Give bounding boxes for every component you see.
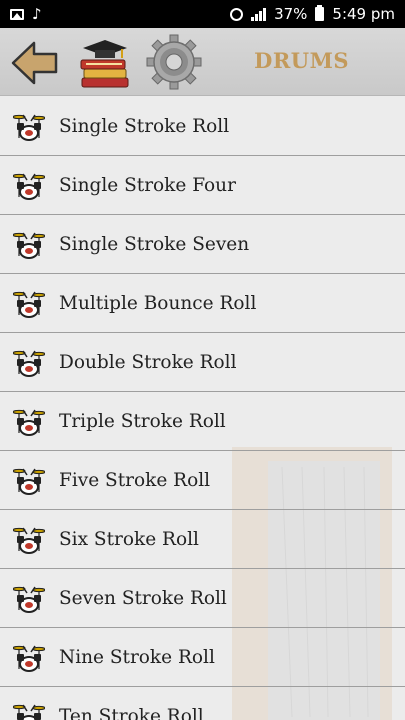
- list-item[interactable]: Nine Stroke Roll: [0, 628, 405, 687]
- drum-kit-icon: [12, 111, 46, 141]
- rudiment-list: Single Stroke Roll Single Stroke Four Sing…: [0, 97, 405, 720]
- battery-icon: [315, 5, 325, 21]
- list-item-label: Multiple Bounce Roll: [59, 292, 257, 314]
- drum-kit-icon: [12, 524, 46, 554]
- drum-kit-icon: [12, 406, 46, 436]
- list-item-label: Seven Stroke Roll: [59, 587, 227, 609]
- books-graduation-icon: [80, 40, 129, 88]
- list-item-label: Single Stroke Roll: [59, 115, 230, 137]
- drum-kit-icon: [12, 229, 46, 259]
- list-item-label: Ten Stroke Roll: [59, 705, 204, 720]
- list-items: Single Stroke Roll Single Stroke Four Sing…: [0, 97, 405, 720]
- list-item-label: Nine Stroke Roll: [59, 646, 215, 668]
- list-item-label: Six Stroke Roll: [59, 528, 199, 550]
- drum-kit-icon: [12, 642, 46, 672]
- list-item[interactable]: Six Stroke Roll: [0, 510, 405, 569]
- drum-kit-icon: [12, 347, 46, 377]
- list-item[interactable]: Single Stroke Seven: [0, 215, 405, 274]
- list-item[interactable]: Seven Stroke Roll: [0, 569, 405, 628]
- list-item[interactable]: Triple Stroke Roll: [0, 392, 405, 451]
- status-bar: ♪ 37% 5:49 pm: [0, 0, 405, 28]
- list-item-label: Single Stroke Seven: [59, 233, 250, 255]
- list-item[interactable]: Five Stroke Roll: [0, 451, 405, 510]
- list-item[interactable]: Single Stroke Four: [0, 156, 405, 215]
- image-notification-icon: [10, 8, 24, 20]
- app-header: DRUMS: [0, 28, 405, 96]
- drum-kit-icon: [12, 701, 46, 720]
- list-item[interactable]: Multiple Bounce Roll: [0, 274, 405, 333]
- alarm-icon: [230, 7, 244, 21]
- drum-kit-icon: [12, 288, 46, 318]
- drum-kit-icon: [12, 465, 46, 495]
- gear-icon: [146, 34, 202, 90]
- list-item[interactable]: Single Stroke Roll: [0, 97, 405, 156]
- list-item-label: Double Stroke Roll: [59, 351, 237, 373]
- settings-button[interactable]: [146, 34, 202, 90]
- list-item[interactable]: Double Stroke Roll: [0, 333, 405, 392]
- lessons-button[interactable]: [78, 36, 132, 90]
- status-right: 37% 5:49 pm: [230, 5, 395, 23]
- status-left: ♪: [10, 4, 42, 23]
- drum-kit-icon: [12, 170, 46, 200]
- clock: 5:49 pm: [332, 5, 395, 23]
- page-title: DRUMS: [254, 48, 349, 73]
- list-item-label: Single Stroke Four: [59, 174, 236, 196]
- drum-kit-icon: [12, 583, 46, 613]
- battery-percent: 37%: [274, 5, 308, 23]
- list-item-label: Triple Stroke Roll: [59, 410, 226, 432]
- list-item-label: Five Stroke Roll: [59, 469, 211, 491]
- back-arrow-icon: [11, 41, 58, 85]
- signal-icon: [251, 7, 267, 21]
- back-button[interactable]: [10, 38, 60, 88]
- music-note-icon: ♪: [32, 4, 42, 23]
- list-item[interactable]: Ten Stroke Roll: [0, 687, 405, 720]
